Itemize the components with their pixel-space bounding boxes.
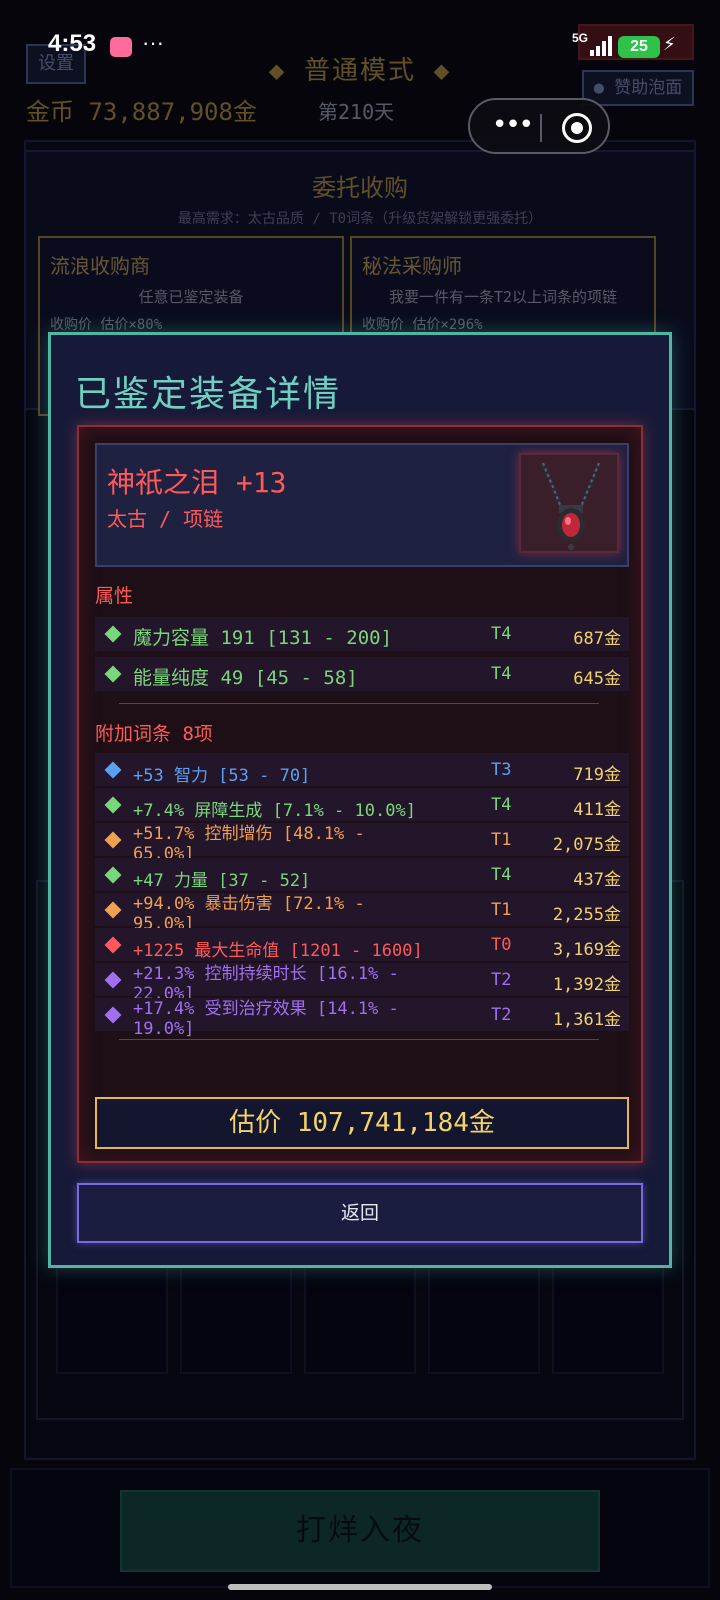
item-type: 太古 / 项链 [107,507,224,531]
diamond-icon [104,761,122,779]
equipment-detail-modal: 已鉴定装备详情 神祇之泪 +13 太古 / 项链 属性 魔力容量 191 [13… [48,332,672,1268]
attributes-title: 属性 [95,585,134,607]
section-divider [119,703,599,704]
stat-text: +53 智力 [53 - 70] [133,766,311,786]
stat-value: 1,392金 [552,975,621,995]
stat-tier: T2 [491,970,512,990]
inventory-slot[interactable] [552,1262,664,1374]
day-counter: 第210天 [318,100,395,124]
close-shop-button[interactable]: 打烊入夜 [120,1490,600,1572]
inventory-slot[interactable] [56,1262,168,1374]
stat-value: 3,169金 [552,940,621,960]
item-header: 神祇之泪 +13 太古 / 项链 [95,443,629,567]
buyer-request: 任意已鉴定装备 [138,288,244,306]
stat-value: 687金 [573,629,621,649]
home-indicator [228,1584,492,1590]
miniprogram-capsule: ••• [468,98,610,154]
diamond-icon [104,866,122,884]
capsule-divider [540,114,542,142]
gold-balance: 金币 73,887,908金 [26,98,257,126]
stat-row: +1225 最大生命值 [1201 - 1600] T0 3,169金 [95,928,629,961]
charging-icon: ⚡ [663,34,676,55]
close-miniprogram-icon[interactable] [562,113,592,143]
diamond-icon [104,796,122,814]
stat-row: 魔力容量 191 [131 - 200] T4 687金 [95,617,629,651]
stat-text: 能量纯度 49 [45 - 58] [133,667,358,689]
stat-tier: T4 [491,865,512,885]
item-name: 神祇之泪 +13 [107,466,287,499]
stat-row: +21.3% 控制持续时长 [16.1% - 22.0%] T2 1,392金 [95,963,629,1004]
buyer-request: 我要一件有一条T2以上词条的项链 [388,288,618,306]
diamond-icon [104,625,122,643]
stat-row: +7.4% 屏障生成 [7.1% - 10.0%] T4 411金 [95,788,629,821]
stat-tier: T2 [491,1005,512,1025]
stat-value: 719金 [573,765,621,785]
inventory-slot[interactable] [428,1262,540,1374]
diamond-icon [104,936,122,954]
stat-tier: T4 [491,795,512,815]
necklace-icon [519,453,619,553]
equipment-card: 神祇之泪 +13 太古 / 项链 属性 魔力容量 191 [131 - 200]… [77,425,643,1163]
stat-value: 2,075金 [552,835,621,855]
stat-tier: T1 [491,830,512,850]
more-menu-icon[interactable]: ••• [492,112,534,138]
buyer-price: 收购价 估价×296% [362,317,483,333]
stat-row: +53 智力 [53 - 70] T3 719金 [95,753,629,786]
stat-tier: T0 [491,935,512,955]
inventory-slot[interactable] [304,1262,416,1374]
status-bar: 4:53 ··· 5G 25 ⚡ [0,0,720,90]
stat-row: +94.0% 暴击伤害 [72.1% - 95.0%] T1 2,255金 [95,893,629,934]
diamond-icon [104,831,122,849]
section-divider [119,1039,599,1040]
affixes-title: 附加词条 8项 [95,723,213,745]
stat-row: +51.7% 控制增伤 [48.1% - 65.0%] T1 2,075金 [95,823,629,864]
stat-value: 645金 [573,669,621,689]
stat-text: +1225 最大生命值 [1201 - 1600] [133,941,423,961]
stat-tier: T3 [491,760,512,780]
buyer-name: 秘法采购师 [362,254,462,278]
stat-row: +17.4% 受到治疗效果 [14.1% - 19.0%] T2 1,361金 [95,998,629,1039]
status-time: 4:53 [48,30,97,57]
stat-tier: T1 [491,900,512,920]
stat-tier: T4 [491,624,512,644]
stat-value: 411金 [573,800,621,820]
signal-icon [590,36,612,56]
stat-tier: T4 [491,664,512,684]
inventory-slot[interactable] [180,1262,292,1374]
stat-value: 1,361金 [552,1010,621,1030]
buyer-price: 收购价 估价×80% [50,317,163,333]
back-button[interactable]: 返回 [77,1183,643,1243]
app-notification-icon [110,37,132,57]
diamond-icon [104,901,122,919]
stat-text: 魔力容量 191 [131 - 200] [133,627,393,649]
diamond-icon [104,971,122,989]
commission-subtitle: 最高需求：太古品质 / T0词条（升级货架解锁更强委托） [177,211,543,227]
battery-icon: 25 [618,36,660,58]
stat-row: +47 力量 [37 - 52] T4 437金 [95,858,629,891]
estimated-price: 估价 107,741,184金 [95,1097,629,1149]
more-notifications-icon: ··· [142,30,164,55]
stat-text: +7.4% 屏障生成 [7.1% - 10.0%] [133,801,416,821]
commission-title: 委托收购 [312,174,408,202]
stat-value: 2,255金 [552,905,621,925]
stat-text: +17.4% 受到治疗效果 [14.1% - 19.0%] [133,999,399,1039]
buyer-name: 流浪收购商 [50,254,150,278]
stat-text: +47 力量 [37 - 52] [133,871,311,891]
diamond-icon [104,1006,122,1024]
stat-row: 能量纯度 49 [45 - 58] T4 645金 [95,657,629,691]
network-label: 5G [572,31,589,45]
diamond-icon [104,665,122,683]
stat-value: 437金 [573,870,621,890]
modal-title: 已鉴定装备详情 [75,374,342,415]
